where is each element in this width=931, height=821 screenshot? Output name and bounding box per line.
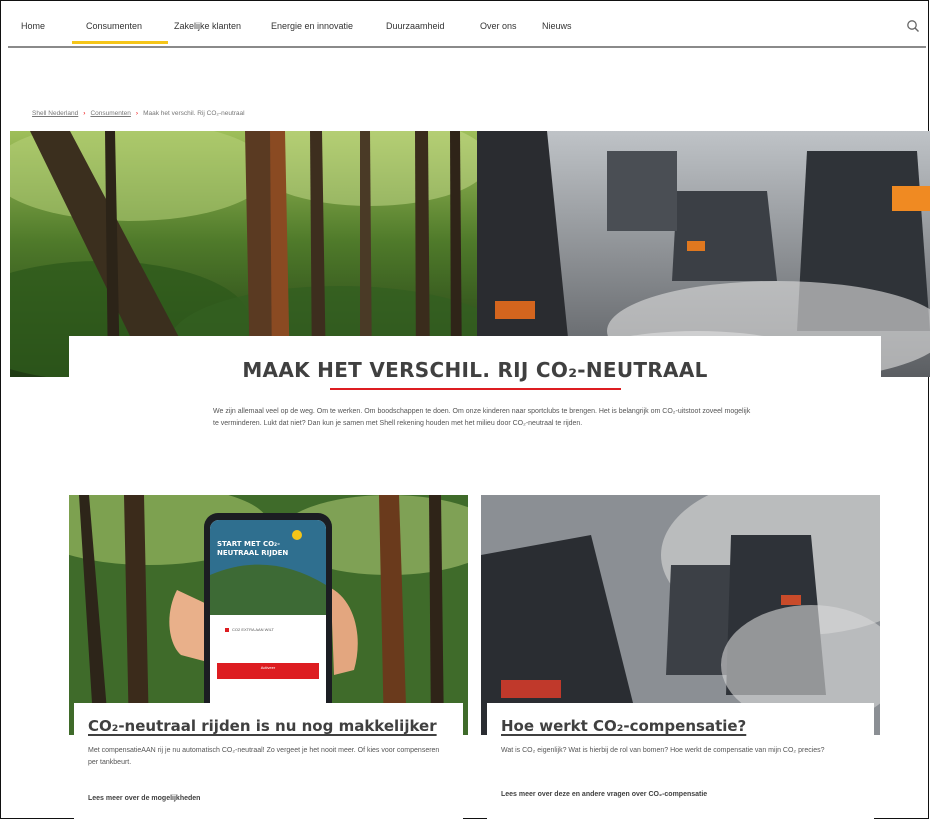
chevron-right-icon: ›	[135, 110, 139, 117]
breadcrumb-link-shell-nederland[interactable]: Shell Nederland	[32, 110, 78, 117]
phone-activate-button: Activeer	[260, 665, 276, 670]
active-nav-indicator	[72, 41, 168, 44]
title-underline	[330, 388, 621, 390]
intro-paragraph: We zijn allemaal veel op de weg. Om te w…	[213, 408, 751, 427]
chevron-right-icon: ›	[83, 110, 86, 117]
search-icon[interactable]	[906, 19, 920, 33]
nav-item-zakelijke-klanten[interactable]: Zakelijke klanten	[174, 21, 241, 31]
card-title-link[interactable]: Hoe werkt CO₂-compensatie?	[501, 717, 746, 735]
card-image-app[interactable]	[69, 495, 468, 735]
top-navigation: Home Consumenten Zakelijke klanten Energ…	[8, 10, 926, 48]
nav-item-home[interactable]: Home	[21, 21, 45, 31]
card-read-more-link[interactable]: Lees meer over deze en andere vragen ove…	[501, 791, 707, 798]
phone-headline: START MET CO₂-NEUTRAAL RIJDEN	[217, 540, 289, 557]
breadcrumb: Shell Nederland › Consumenten › Maak het ver…	[32, 110, 245, 117]
card-read-more-link[interactable]: Lees meer over de mogelijkheden	[88, 795, 200, 802]
breadcrumb-current-page: Maak het verschil. Rij CO₂-neutraal	[143, 110, 245, 117]
nav-item-nieuws[interactable]: Nieuws	[542, 21, 572, 31]
phone-in-forest-image	[69, 495, 468, 735]
page-title: MAAK HET VERSCHIL. RIJ CO₂-NEUTRAAL	[242, 358, 708, 382]
phone-option-label: CO2 EXTRA AAN WILT	[232, 627, 274, 632]
card-compensation: Hoe werkt CO₂-compensatie? Wat is CO₂ ei…	[487, 703, 874, 821]
breadcrumb-link-consumenten[interactable]: Consumenten	[90, 110, 130, 117]
hero-title-card: MAAK HET VERSCHIL. RIJ CO₂-NEUTRAAL	[69, 336, 881, 392]
card-app: CO₂-neutraal rijden is nu nog makkelijke…	[74, 703, 463, 821]
traffic-exhaust-image	[481, 495, 880, 735]
card-text: Met compensatieAAN rij je nu automatisch…	[88, 747, 440, 766]
nav-item-energie-en-innovatie[interactable]: Energie en innovatie	[271, 21, 353, 31]
card-title-link[interactable]: CO₂-neutraal rijden is nu nog makkelijke…	[88, 717, 437, 735]
nav-item-over-ons[interactable]: Over ons	[480, 21, 517, 31]
card-image-compensation[interactable]	[481, 495, 880, 735]
card-text: Wat is CO₂ eigenlijk? Wat is hierbij de …	[501, 747, 825, 754]
nav-item-consumenten[interactable]: Consumenten	[86, 21, 142, 31]
nav-item-duurzaamheid[interactable]: Duurzaamheid	[386, 21, 445, 31]
